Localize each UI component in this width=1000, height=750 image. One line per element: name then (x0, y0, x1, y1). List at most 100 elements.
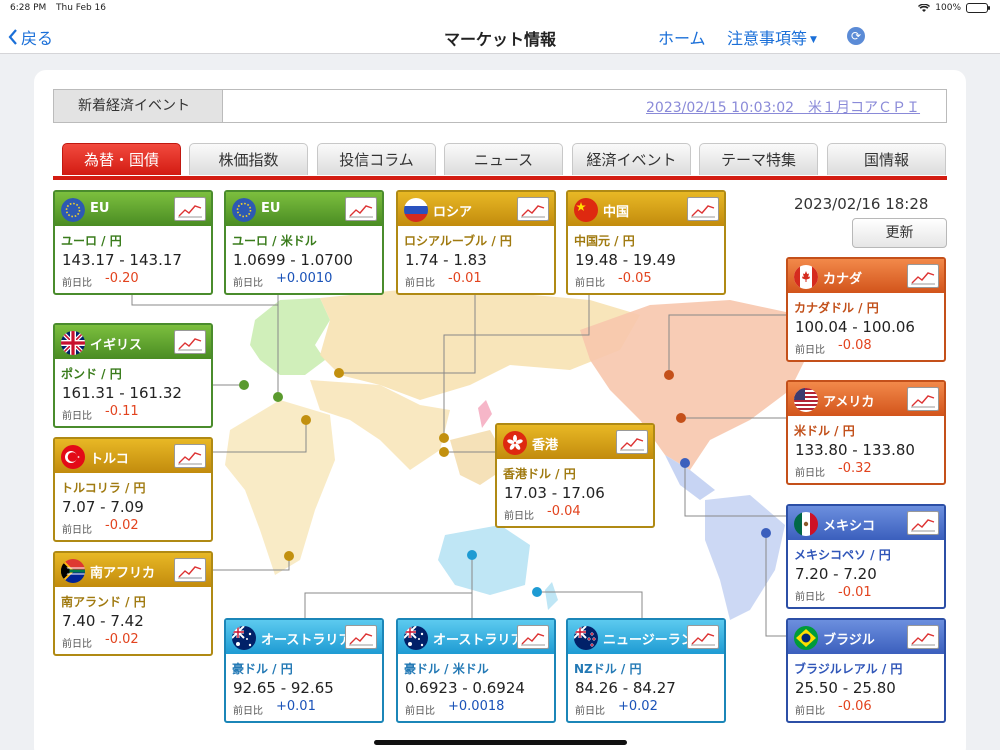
rate-value: 19.48 - 19.49 (575, 251, 676, 269)
card-country: カナダ (823, 272, 863, 287)
chart-icon[interactable] (687, 625, 719, 649)
new-event-label: 新着経済イベント (54, 90, 223, 122)
rate-value: 17.03 - 17.06 (504, 484, 605, 502)
chart-icon[interactable] (907, 264, 939, 288)
tab-country-info[interactable]: 国情報 (827, 143, 946, 175)
card-turkey[interactable]: トルコ トルコリラ / 円 7.07 - 7.09 前日比 -0.02 (53, 437, 213, 542)
change-value: -0.02 (105, 632, 139, 647)
tab-economic-events[interactable]: 経済イベント (572, 143, 691, 175)
card-country: EU (261, 201, 281, 216)
chart-icon[interactable] (345, 625, 377, 649)
caret-down-icon: ▼ (810, 34, 817, 45)
change-value: -0.01 (838, 585, 872, 600)
notice-dropdown[interactable]: 注意事項等 ▼ (727, 25, 817, 49)
battery-icon (966, 3, 990, 13)
chart-icon[interactable] (174, 444, 206, 468)
category-tabs: 為替・国債 株価指数 投信コラム ニュース 経済イベント テーマ特集 国情報 (62, 143, 948, 177)
change-label: 前日比 (405, 278, 435, 289)
card-country: トルコ (90, 452, 129, 467)
currency-pair: 中国元 / 円 (574, 234, 635, 248)
card-hong-kong[interactable]: 香港 香港ドル / 円 17.03 - 17.06 前日比 -0.04 (495, 423, 655, 528)
rate-value: 7.07 - 7.09 (62, 498, 144, 516)
tab-fx-bonds[interactable]: 為替・国債 (62, 143, 181, 175)
change-label: 前日比 (575, 706, 605, 717)
card-eu-euro-yen[interactable]: EU ユーロ / 円 143.17 - 143.17 前日比 -0.20 (53, 190, 213, 295)
card-country: 中国 (603, 205, 630, 220)
chart-icon[interactable] (517, 197, 549, 221)
card-mexico[interactable]: メキシコ メキシコペソ / 円 7.20 - 7.20 前日比 -0.01 (786, 504, 946, 609)
usa-flag-icon (794, 388, 818, 412)
change-label: 前日比 (795, 468, 825, 479)
change-label: 前日比 (62, 278, 92, 289)
new-event-bar: 新着経済イベント 2023/02/15 10:03:02 米１月コアＣＰＩ (53, 89, 947, 123)
eu-flag-icon (232, 198, 256, 222)
australia-flag-icon (404, 626, 428, 650)
notice-label: 注意事項等 (727, 29, 808, 48)
change-value: -0.02 (105, 518, 139, 533)
card-south-africa[interactable]: 南アフリカ 南アランド / 円 7.40 - 7.42 前日比 -0.02 (53, 551, 213, 656)
home-indicator[interactable] (374, 740, 627, 745)
card-uk[interactable]: イギリス ポンド / 円 161.31 - 161.32 前日比 -0.11 (53, 323, 213, 428)
home-link[interactable]: ホーム (658, 25, 706, 49)
status-date: Thu Feb 16 (56, 3, 107, 13)
card-usa[interactable]: アメリカ 米ドル / 円 133.80 - 133.80 前日比 -0.32 (786, 380, 946, 485)
rate-value: 7.20 - 7.20 (795, 565, 877, 583)
change-value: -0.06 (838, 699, 872, 714)
chart-icon[interactable] (174, 558, 206, 582)
tab-fund-column[interactable]: 投信コラム (317, 143, 436, 175)
refresh-icon[interactable]: ⟳ (847, 27, 865, 45)
tab-theme-feature[interactable]: テーマ特集 (699, 143, 818, 175)
card-australia-yen[interactable]: オーストラリア 豪ドル / 円 92.65 - 92.65 前日比 +0.01 (224, 618, 384, 723)
currency-pair: ユーロ / 米ドル (232, 234, 317, 248)
card-canada[interactable]: カナダ カナダドル / 円 100.04 - 100.06 前日比 -0.08 (786, 257, 946, 362)
currency-pair: ユーロ / 円 (61, 234, 122, 248)
card-country: 南アフリカ (90, 566, 156, 581)
rate-value: 25.50 - 25.80 (795, 679, 896, 697)
rate-value: 92.65 - 92.65 (233, 679, 334, 697)
chart-icon[interactable] (907, 387, 939, 411)
card-china[interactable]: 中国 中国元 / 円 19.48 - 19.49 前日比 -0.05 (566, 190, 726, 295)
change-label: 前日比 (62, 639, 92, 650)
change-value: -0.32 (838, 461, 872, 476)
tab-underline (53, 176, 947, 180)
change-value: +0.0010 (276, 271, 333, 286)
change-label: 前日比 (62, 411, 92, 422)
card-russia[interactable]: ロシア ロシアルーブル / 円 1.74 - 1.83 前日比 -0.01 (396, 190, 556, 295)
rate-value: 84.26 - 84.27 (575, 679, 676, 697)
chart-icon[interactable] (616, 430, 648, 454)
new-event-link[interactable]: 2023/02/15 10:03:02 米１月コアＣＰＩ (646, 97, 920, 117)
chart-icon[interactable] (517, 625, 549, 649)
card-new-zealand[interactable]: ニュージーランド NZドル / 円 84.26 - 84.27 前日比 +0.0… (566, 618, 726, 723)
chart-icon[interactable] (907, 625, 939, 649)
status-bar: 6:28 PM Thu Feb 16 100% (0, 0, 1000, 18)
change-label: 前日比 (795, 345, 825, 356)
update-timestamp: 2023/02/16 18:28 (794, 195, 929, 213)
back-button[interactable]: 戻る (8, 25, 53, 49)
card-australia-usd[interactable]: オーストラリア 豪ドル / 米ドル 0.6923 - 0.6924 前日比 +0… (396, 618, 556, 723)
currency-pair: 豪ドル / 円 (232, 662, 293, 676)
tab-news[interactable]: ニュース (444, 143, 563, 175)
change-label: 前日比 (575, 278, 605, 289)
chart-icon[interactable] (174, 197, 206, 221)
chart-icon[interactable] (907, 511, 939, 535)
update-button[interactable]: 更新 (852, 218, 947, 248)
rate-value: 1.74 - 1.83 (405, 251, 487, 269)
chart-icon[interactable] (174, 330, 206, 354)
tab-stock-index[interactable]: 株価指数 (189, 143, 308, 175)
currency-pair: ポンド / 円 (61, 367, 122, 381)
card-eu-euro-usd[interactable]: EU ユーロ / 米ドル 1.0699 - 1.0700 前日比 +0.0010 (224, 190, 384, 295)
chevron-left-icon (8, 29, 17, 45)
card-brazil[interactable]: ブラジル ブラジルレアル / 円 25.50 - 25.80 前日比 -0.06 (786, 618, 946, 723)
card-country: メキシコ (823, 519, 876, 534)
chart-icon[interactable] (687, 197, 719, 221)
change-value: +0.0018 (448, 699, 505, 714)
rate-value: 7.40 - 7.42 (62, 612, 144, 630)
currency-pair: ロシアルーブル / 円 (404, 234, 512, 248)
mexico-flag-icon (794, 512, 818, 536)
currency-pair: 豪ドル / 米ドル (404, 662, 489, 676)
rate-value: 161.31 - 161.32 (62, 384, 182, 402)
brazil-flag-icon (794, 626, 818, 650)
china-flag-icon (574, 198, 598, 222)
chart-icon[interactable] (345, 197, 377, 221)
card-country: 香港 (532, 438, 559, 453)
